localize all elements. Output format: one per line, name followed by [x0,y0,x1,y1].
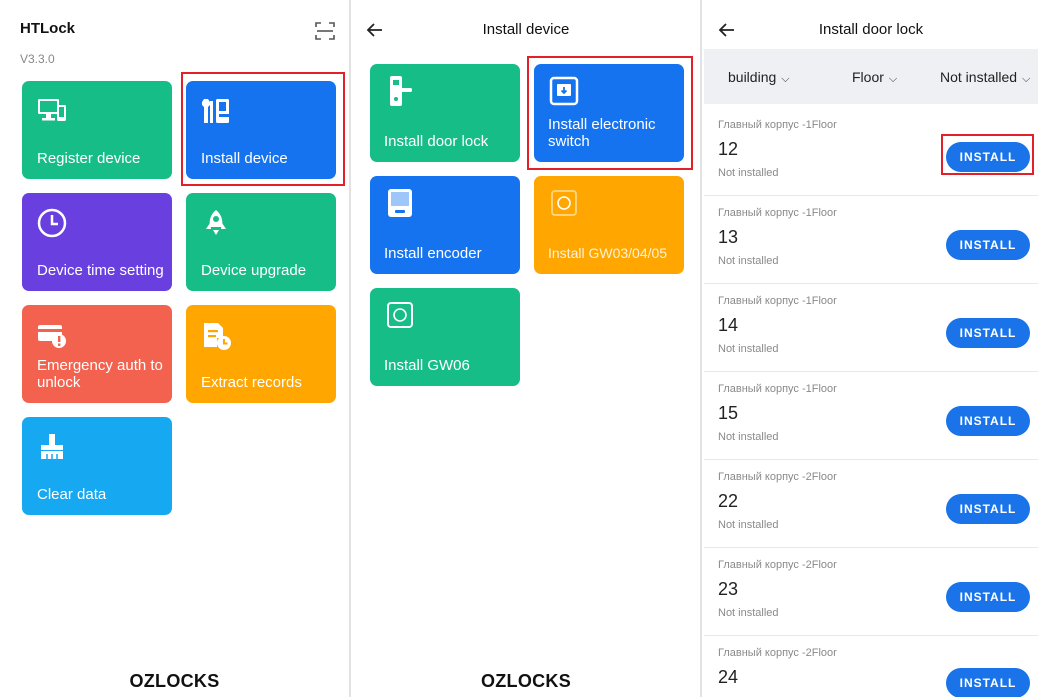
install-button[interactable]: INSTALL [946,142,1030,172]
device-time-setting-tile[interactable]: Device time setting [22,193,172,291]
building-filter[interactable]: building ⌵ [728,69,790,86]
list-item: Главный корпус -2Floor 22 Not installed … [704,460,1038,548]
clock-icon [37,208,67,238]
install-button[interactable]: INSTALL [946,406,1030,436]
extract-records-label: Extract records [201,374,302,391]
app-version: V3.3.0 [20,52,55,66]
building-floor-text: Главный корпус -1Floor [718,119,837,131]
install-button[interactable]: INSTALL [946,318,1030,348]
brand-footer: OZLOCKS [480,671,572,691]
chevron-down-icon: ⌵ [1022,73,1031,85]
install-device-tile[interactable]: Install device [186,81,336,179]
device-upgrade-label: Device upgrade [201,262,307,279]
install-status: Not installed [718,607,779,619]
install-door-lock-tile[interactable]: Install door lock [370,64,520,162]
room-number: 24 [718,667,739,687]
extract-records-tile[interactable]: Extract records [186,305,336,403]
install-electronic-switch-label: Install electronic switch [548,116,656,150]
floor-filter[interactable]: Floor ⌵ [852,69,897,86]
room-number: 15 [718,403,739,423]
emergency-auth-tile[interactable]: Emergency auth to unlock [22,305,172,403]
room-number: 23 [718,579,739,599]
room-number: 13 [718,227,739,247]
building-filter-label: building [728,69,777,85]
panel-divider [349,0,351,697]
install-device-label: Install device [201,150,288,167]
home-screen: HTLock V3.3.0 Register device Install de… [0,0,349,697]
install-status: Not installed [718,167,779,179]
building-floor-text: Главный корпус -1Floor [718,207,837,219]
brand-footer: OZLOCKS [129,671,220,691]
status-filter[interactable]: Not installed ⌵ [940,69,1030,86]
scan-icon[interactable] [313,19,337,43]
install-button[interactable]: INSTALL [946,230,1030,260]
list-item: Главный корпус -1Floor 12 Not installed … [704,108,1038,196]
building-floor-text: Главный корпус -2Floor [718,647,837,659]
chevron-down-icon: ⌵ [781,73,790,85]
floor-filter-label: Floor [852,69,884,85]
emergency-auth-label: Emergency auth to unlock [37,357,163,391]
install-gw06-tile[interactable]: Install GW06 [370,288,520,386]
room-number: 12 [718,139,739,159]
install-electronic-switch-tile[interactable]: Install electronic switch [534,64,684,162]
page-title: Install door lock [818,21,924,38]
install-door-lock-screen: Install door lock building ⌵ Floor ⌵ Not i… [704,0,1038,697]
register-device-label: Register device [37,150,141,167]
rocket-icon [206,210,226,235]
door-lock-icon [390,76,412,106]
broom-icon [41,434,63,459]
install-button[interactable]: INSTALL [946,582,1030,612]
install-encoder-label: Install encoder [384,245,482,262]
status-filter-label: Not installed [940,69,1018,85]
encoder-icon [388,189,412,217]
list-item: Главный корпус -2Floor 23 Not installed … [704,548,1038,636]
list-item: Главный корпус -2Floor 24 INSTALL [704,636,1038,697]
filter-bar: building ⌵ Floor ⌵ Not installed ⌵ [704,49,1038,104]
install-status: Not installed [718,255,779,267]
install-device-screen: Install device Install door lock Install… [352,0,700,697]
install-status: Not installed [718,343,779,355]
clear-data-tile[interactable]: Clear data [22,417,172,515]
page-title: Install device [482,21,570,38]
device-upgrade-tile[interactable]: Device upgrade [186,193,336,291]
list-item: Главный корпус -1Floor 15 Not installed … [704,372,1038,460]
install-encoder-tile[interactable]: Install encoder [370,176,520,274]
card-alert-icon [38,325,66,348]
register-device-tile[interactable]: Register device [22,81,172,179]
install-status: Not installed [718,431,779,443]
building-floor-text: Главный корпус -1Floor [718,383,837,395]
building-floor-text: Главный корпус -2Floor [718,471,837,483]
gateway-icon [387,302,413,328]
install-gw06-label: Install GW06 [384,357,470,374]
chevron-down-icon: ⌵ [888,73,898,85]
tools-icon [202,99,229,123]
install-gw030405-tile[interactable]: Install GW03/04/05 [534,176,684,274]
monitor-icon [38,99,66,121]
switch-icon [549,76,579,106]
panel-divider [700,0,702,697]
install-gw030405-label: Install GW03/04/05 [548,245,668,261]
building-floor-text: Главный корпус -2Floor [718,559,837,571]
records-icon [204,323,231,350]
list-item: Главный корпус -1Floor 13 Not installed … [704,196,1038,284]
install-status: Not installed [718,519,779,531]
app-title: HTLock [20,20,76,37]
clear-data-label: Clear data [37,486,107,503]
list-item: Главный корпус -1Floor 14 Not installed … [704,284,1038,372]
room-number: 22 [718,491,739,511]
install-door-lock-label: Install door lock [384,133,489,150]
room-number: 14 [718,315,739,335]
install-button[interactable]: INSTALL [946,668,1030,697]
install-button[interactable]: INSTALL [946,494,1030,524]
device-time-setting-label: Device time setting [37,262,164,279]
gateway-icon [551,190,577,216]
building-floor-text: Главный корпус -1Floor [718,295,837,307]
